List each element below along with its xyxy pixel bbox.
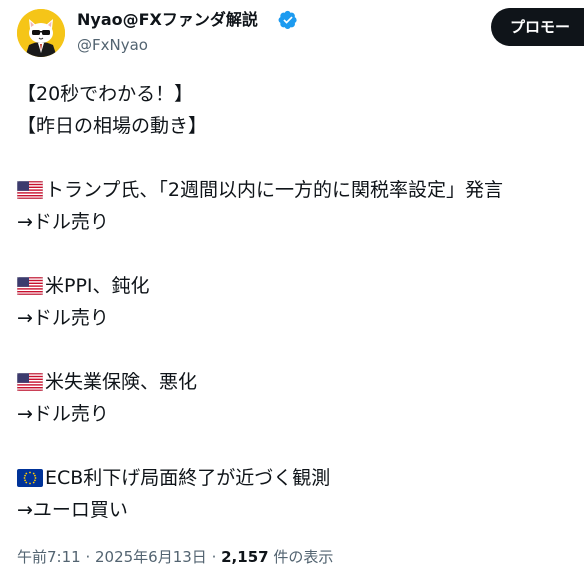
eu-flag-icon [17, 469, 43, 487]
news-item-result: →ドル売り [17, 211, 109, 233]
us-flag-icon [17, 181, 43, 199]
news-item-line: ECB利下げ局面終了が近づく観測 [17, 462, 577, 494]
news-item-result: →ドル売り [17, 307, 109, 329]
us-flag-icon [17, 277, 43, 295]
news-item-line: トランプ氏、「2週間以内に一方的に関税率設定」発言 [17, 174, 577, 206]
news-item-text: 米失業保険、悪化 [45, 371, 198, 393]
news-item-text: トランプ氏、「2週間以内に一方的に関税率設定」発言 [45, 179, 504, 201]
us-flag-icon [17, 373, 43, 391]
headline-line: 【20秒でわかる！】 [17, 83, 194, 105]
news-item-text: ECB利下げ局面終了が近づく観測 [45, 467, 331, 489]
tweet-meta: 午前7:11 · 2025年6月13日 · 2,157 件の表示 [17, 545, 333, 569]
tweet-time[interactable]: 午前7:11 [17, 548, 81, 566]
views-count: 2,157 [221, 548, 269, 566]
avatar[interactable] [17, 9, 65, 57]
headline-line: 【昨日の相場の動き】 [17, 115, 208, 137]
tweet-text: 【20秒でわかる！】 【昨日の相場の動き】 トランプ氏、「2週間以内に一方的に関… [17, 78, 577, 526]
views-label: 件の表示 [268, 548, 334, 566]
news-item-line: 米PPI、鈍化 [17, 270, 577, 302]
news-item-text: 米PPI、鈍化 [45, 275, 150, 297]
tweet-header: Nyao@FXファンダ解説 @FxNyao プロモー [0, 0, 584, 64]
cat-avatar-icon [17, 9, 65, 57]
promote-button[interactable]: プロモー [491, 8, 584, 46]
news-item-line: 米失業保険、悪化 [17, 366, 577, 398]
verified-badge-icon [278, 10, 297, 29]
meta-separator: · [206, 548, 222, 566]
tweet-date[interactable]: 2025年6月13日 [95, 548, 207, 566]
author-handle[interactable]: @FxNyao [77, 35, 148, 55]
author-display-name[interactable]: Nyao@FXファンダ解説 [77, 10, 258, 30]
meta-separator: · [80, 548, 95, 566]
news-item-result: →ドル売り [17, 403, 109, 425]
news-item-result: →ユーロ買い [17, 499, 128, 521]
